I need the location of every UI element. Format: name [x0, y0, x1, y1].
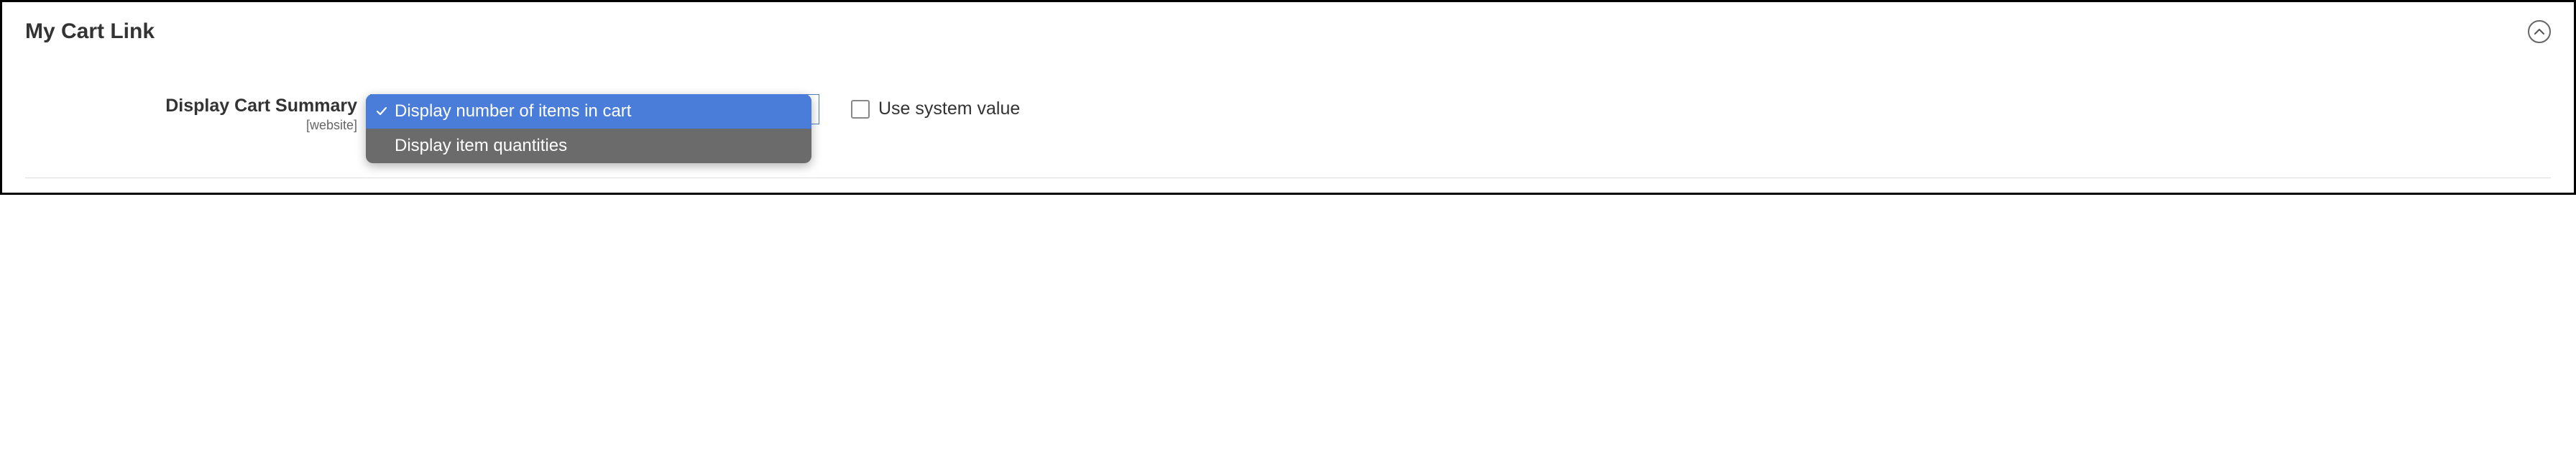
config-section-panel: My Cart Link Display Cart Summary [websi…	[0, 0, 2576, 195]
chevron-up-icon	[2534, 28, 2544, 35]
dropdown-option-selected[interactable]: Display number of items in cart	[366, 94, 811, 129]
collapse-toggle[interactable]	[2528, 20, 2551, 43]
dropdown-option-label: Display number of items in cart	[395, 101, 801, 121]
section-title: My Cart Link	[25, 19, 155, 44]
check-icon	[376, 106, 395, 117]
field-label: Display Cart Summary	[25, 96, 357, 116]
use-system-value-label: Use system value	[878, 98, 1020, 119]
select-wrapper: Display number of items in cart Display …	[370, 94, 819, 124]
dropdown-option-label: Display item quantities	[395, 136, 801, 156]
select-dropdown: Display number of items in cart Display …	[366, 94, 811, 163]
field-scope: [website]	[25, 116, 357, 134]
field-label-group: Display Cart Summary [website]	[25, 94, 370, 134]
use-system-value-checkbox[interactable]	[851, 100, 870, 119]
use-system-value-group: Use system value	[851, 94, 1020, 119]
form-row: Display Cart Summary [website] Display n…	[25, 94, 2551, 178]
dropdown-option[interactable]: Display item quantities	[366, 129, 811, 163]
section-header: My Cart Link	[25, 19, 2551, 44]
